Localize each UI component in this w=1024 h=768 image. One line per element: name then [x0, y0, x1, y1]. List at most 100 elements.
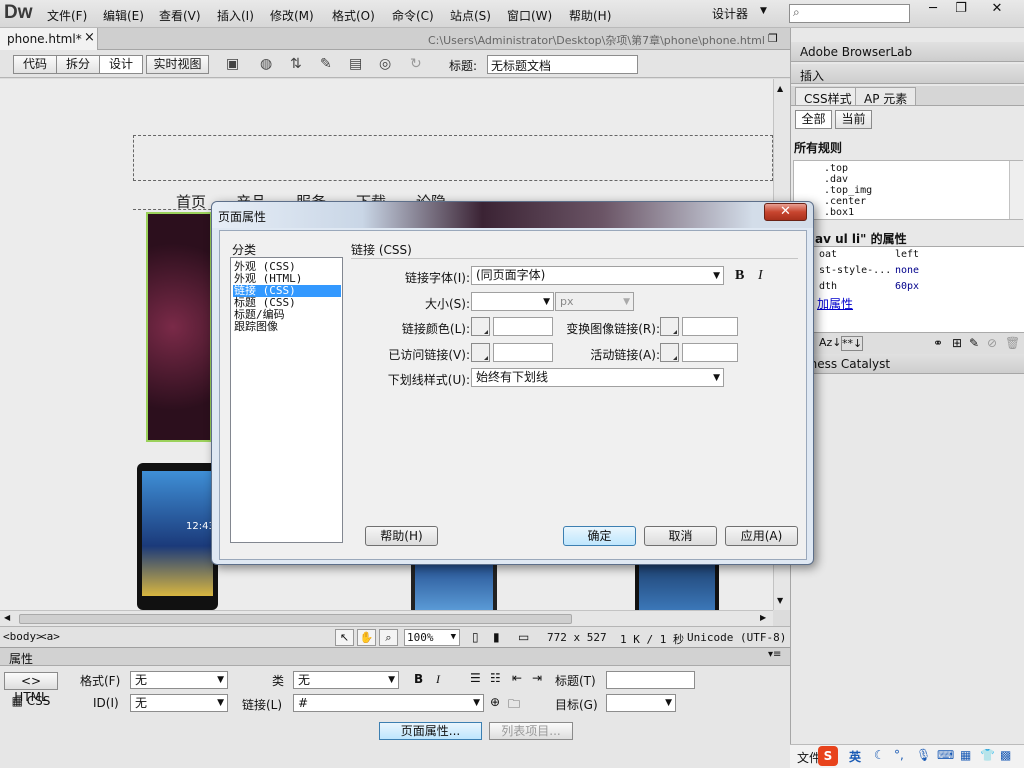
active-color-input[interactable]: [682, 343, 738, 362]
folder-icon[interactable]: 🗀: [508, 695, 520, 716]
minimize-icon[interactable]: ─: [918, 0, 948, 19]
grid-icon[interactable]: ▦: [960, 748, 971, 762]
zoom-tool-icon[interactable]: ⌕: [379, 629, 398, 646]
keyboard-icon[interactable]: ⌨: [937, 748, 954, 762]
shirt-icon[interactable]: 👕: [980, 748, 995, 762]
tag-a[interactable]: <a>: [40, 630, 60, 643]
current-rules-button[interactable]: 当前: [835, 110, 872, 129]
microphone-icon[interactable]: 🎙: [916, 748, 931, 762]
add-property-link[interactable]: 加属性: [817, 295, 853, 312]
panel-menu-icon[interactable]: ▾≡: [768, 649, 781, 660]
class-select[interactable]: 无 ▼: [293, 671, 399, 689]
dialog-close-button[interactable]: ✕: [764, 203, 807, 221]
outdent-icon[interactable]: ⇤: [512, 671, 522, 685]
document-tab[interactable]: phone.html* ×: [0, 28, 98, 50]
prop-value[interactable]: 60px: [895, 281, 919, 292]
rollover-color-input[interactable]: [682, 317, 738, 336]
delete-icon[interactable]: 🗑: [1005, 336, 1020, 350]
restore-doc-icon[interactable]: ❐: [768, 32, 778, 45]
prop-name[interactable]: dth: [819, 281, 837, 292]
hand-tool-icon[interactable]: ✋: [357, 629, 376, 646]
link-input[interactable]: # ▼: [293, 694, 484, 712]
workspace-switcher[interactable]: 设计器: [712, 5, 748, 22]
sort-az-icon[interactable]: Az↓: [819, 336, 842, 349]
apply-button[interactable]: 应用(A): [725, 526, 798, 546]
prop-value[interactable]: left: [895, 249, 919, 260]
indent-icon[interactable]: ⇥: [532, 671, 542, 685]
all-rules-button[interactable]: 全部: [795, 110, 832, 129]
select-tool-icon[interactable]: ↖: [335, 629, 354, 646]
prop-name[interactable]: st-style-...: [819, 265, 891, 276]
visited-color-swatch[interactable]: [471, 343, 490, 362]
menu-help[interactable]: 帮助(H): [569, 7, 611, 24]
phone-size-icon[interactable]: ▯: [472, 630, 479, 644]
rules-scrollbar[interactable]: [1009, 161, 1024, 219]
edit-rule-icon[interactable]: ✎: [969, 336, 979, 350]
rule-item[interactable]: .top_img: [824, 185, 872, 196]
prop-name[interactable]: oat: [819, 249, 837, 260]
page-properties-button[interactable]: 页面属性...: [379, 722, 482, 740]
live-view-button[interactable]: 实时视图: [146, 55, 209, 74]
scroll-up-icon[interactable]: ▲: [777, 84, 783, 93]
link-color-input[interactable]: [493, 317, 553, 336]
rule-item[interactable]: .box1: [824, 207, 854, 218]
scroll-down-icon[interactable]: ▼: [777, 596, 783, 605]
list-item-button[interactable]: 列表项目...: [489, 722, 573, 740]
rule-item[interactable]: .top: [824, 163, 848, 174]
scroll-thumb[interactable]: [19, 614, 572, 624]
tablet-size-icon[interactable]: ▮: [493, 630, 500, 644]
active-color-swatch[interactable]: [660, 343, 679, 362]
dialog-titlebar[interactable]: 页面属性 ✕: [212, 202, 813, 228]
rules-list[interactable]: .top .dav .top_img .center .box1: [793, 160, 1024, 220]
tab-ap-elements[interactable]: AP 元素: [855, 87, 917, 106]
split-view-button[interactable]: 拆分: [56, 55, 100, 74]
code-view-button[interactable]: 代码: [13, 55, 57, 74]
menu-modify[interactable]: 修改(M): [270, 7, 314, 24]
rule-item[interactable]: .dav: [824, 174, 848, 185]
menu-file[interactable]: 文件(F): [47, 7, 87, 24]
category-list[interactable]: 外观 (CSS) 外观 (HTML) 链接 (CSS) 标题 (CSS) 标题/…: [230, 257, 343, 543]
refresh-icon[interactable]: ↻: [410, 56, 422, 72]
title-input[interactable]: 无标题文档: [487, 55, 638, 74]
multiscreen-icon[interactable]: ▣: [226, 56, 239, 72]
scroll-left-icon[interactable]: ◀: [4, 613, 10, 622]
ordered-list-icon[interactable]: ☷: [490, 671, 501, 685]
close-icon[interactable]: ✕: [982, 0, 1012, 19]
sogou-ime-icon[interactable]: S: [818, 746, 838, 766]
html-mode-button[interactable]: <> HTML: [4, 672, 58, 704]
nav-item-home[interactable]: 首页: [176, 191, 206, 212]
zoom-select[interactable]: 100% ▼: [404, 629, 460, 646]
scroll-right-icon[interactable]: ▶: [760, 613, 766, 622]
menu-view[interactable]: 查看(V): [159, 7, 201, 24]
horizontal-scrollbar[interactable]: ◀ ▶: [0, 610, 773, 626]
format-select[interactable]: 无 ▼: [130, 671, 228, 689]
attach-style-icon[interactable]: ⚭: [933, 336, 943, 350]
ime-language[interactable]: 英: [849, 748, 861, 765]
italic-toggle[interactable]: I: [758, 268, 763, 284]
menu-edit[interactable]: 编辑(E): [103, 7, 144, 24]
restore-icon[interactable]: ❐: [946, 0, 976, 19]
validate-icon[interactable]: ◎: [379, 56, 391, 72]
property-inspector-header[interactable]: 属性 ▾≡: [0, 648, 790, 666]
chevron-down-icon[interactable]: ▼: [760, 6, 767, 16]
ok-button[interactable]: 确定: [563, 526, 636, 546]
visited-color-input[interactable]: [493, 343, 553, 362]
menu-insert[interactable]: 插入(I): [217, 7, 254, 24]
rule-item[interactable]: .center: [824, 196, 866, 207]
tag-body[interactable]: <body>: [3, 630, 43, 643]
link-color-swatch[interactable]: [471, 317, 490, 336]
window-dimensions[interactable]: 772 x 527: [547, 631, 607, 644]
rollover-color-swatch[interactable]: [660, 317, 679, 336]
punctuation-icon[interactable]: °,: [894, 748, 904, 762]
menu-commands[interactable]: 命令(C): [392, 7, 434, 24]
point-to-file-icon[interactable]: ⊕: [490, 695, 500, 709]
desktop-size-icon[interactable]: ▭: [518, 630, 529, 644]
menu-site[interactable]: 站点(S): [450, 7, 491, 24]
browserlab-panel-header[interactable]: Adobe BrowserLab: [791, 42, 1024, 62]
unordered-list-icon[interactable]: ☰: [470, 671, 481, 685]
italic-button[interactable]: I: [436, 672, 440, 687]
toolbox-icon[interactable]: ▩: [1000, 748, 1011, 762]
visual-aids-icon[interactable]: ▤: [349, 56, 362, 72]
category-item[interactable]: 跟踪图像: [233, 321, 341, 333]
preview-browser-icon[interactable]: ◍: [260, 56, 272, 72]
